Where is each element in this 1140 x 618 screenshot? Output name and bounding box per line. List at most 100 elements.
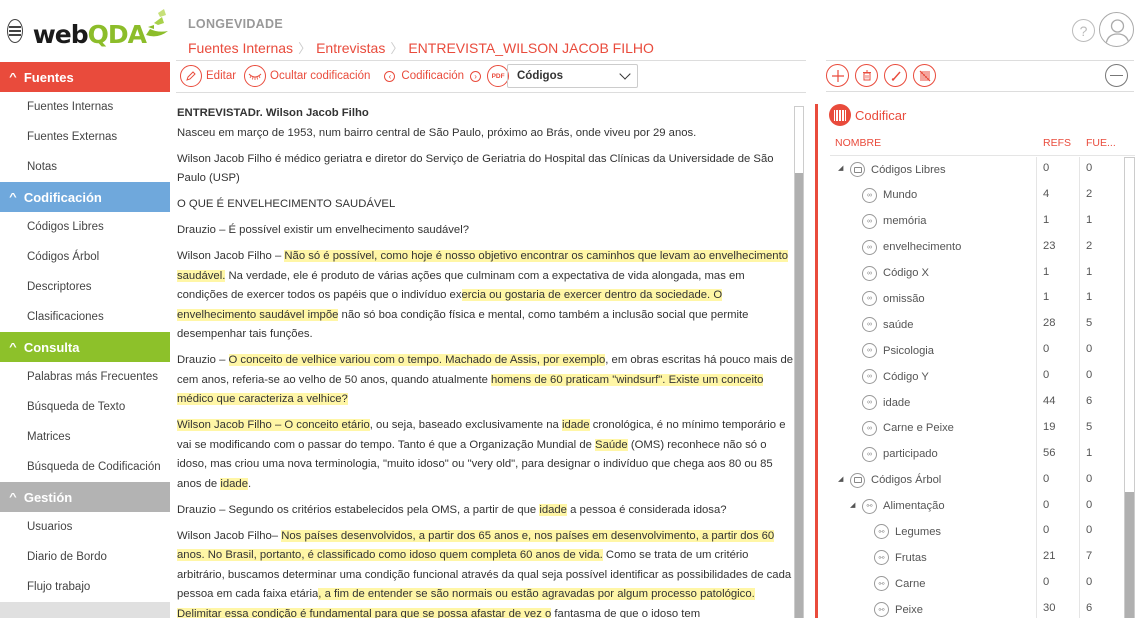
codes-toolbar <box>826 64 936 87</box>
sidebar-item[interactable]: Notas <box>0 152 170 182</box>
codes-tree: ◢ Códigos Libres 0 0 ∞ Mundo 4 2 ∞ memória 1 1 ∞ enve… <box>830 157 1122 618</box>
code-refs-count: 21 <box>1043 550 1056 563</box>
sidebar-item[interactable]: Palabras más Frecuentes <box>0 362 170 392</box>
edit-icon[interactable] <box>180 65 202 87</box>
code-label: idade <box>883 396 911 409</box>
code-refs-count: 28 <box>1043 317 1056 330</box>
coded-highlight[interactable]: idade <box>220 477 248 490</box>
hide-coding-button[interactable]: Ocultar codificación <box>270 70 370 82</box>
code-row[interactable]: ◢ ⚯ Alimentação 0 0 <box>830 494 1122 520</box>
code-label: memória <box>883 215 927 228</box>
code-row[interactable]: ⚯ Frutas 21 7 <box>830 545 1122 571</box>
code-label: Peixe <box>895 603 923 616</box>
code-name: ∞ Carne e Peixe <box>862 420 954 436</box>
next-coding-icon[interactable]: › <box>470 70 482 82</box>
sidebar-section-more[interactable] <box>0 602 170 618</box>
document-scrollbar[interactable] <box>794 106 804 618</box>
sidebar-section-2[interactable]: ^ Consulta <box>0 332 170 362</box>
sidebar-item[interactable]: Fuentes Externas <box>0 122 170 152</box>
edit-button[interactable]: Editar <box>206 70 236 82</box>
delete-code-icon[interactable] <box>855 64 878 87</box>
coded-highlight[interactable]: Saúde <box>595 438 628 451</box>
pdf-export-button[interactable]: PDF <box>487 65 510 87</box>
codificar-header[interactable]: Codificar <box>829 104 906 126</box>
hide-coding-eye-icon[interactable] <box>244 65 267 87</box>
document-content[interactable]: ENTREVISTADr. Wilson Jacob Filho Nasceu … <box>177 104 795 618</box>
code-row[interactable]: ∞ omissão 1 1 <box>830 286 1122 312</box>
code-row[interactable]: ∞ Carne e Peixe 19 5 <box>830 416 1122 442</box>
sidebar-section-label: Consulta <box>23 339 80 355</box>
code-label: omissão <box>883 292 925 305</box>
code-row[interactable]: ◢ Códigos Árbol 0 0 <box>830 468 1122 494</box>
scrollbar-thumb[interactable] <box>1125 492 1134 618</box>
sidebar-section-1[interactable]: ^ Codificación <box>0 182 170 212</box>
column-header-nombre[interactable]: NOMBRE <box>835 137 881 149</box>
code-name: ∞ participado <box>862 446 938 462</box>
code-row[interactable]: ∞ Código X 1 1 <box>830 261 1122 287</box>
coded-highlight[interactable]: O conceito de velhice variou com o tempo… <box>228 354 606 366</box>
expand-toggle-icon[interactable]: ◢ <box>850 501 855 509</box>
breadcrumb-item-fuentes-internas[interactable]: Fuentes Internas <box>188 40 293 56</box>
sidebar-item[interactable]: Códigos Libres <box>0 212 170 242</box>
chevron-up-icon: ^ <box>9 491 17 503</box>
edit-code-icon[interactable] <box>884 64 907 87</box>
sidebar-item[interactable]: Búsqueda de Texto <box>0 392 170 422</box>
webqda-logo[interactable]: web QDA <box>33 9 170 49</box>
uncode-barcode-icon[interactable] <box>913 64 936 87</box>
help-icon[interactable]: ? <box>1072 19 1095 42</box>
logo-row: web QDA <box>0 0 170 62</box>
breadcrumb-item-entrevistas[interactable]: Entrevistas <box>316 40 385 56</box>
code-row[interactable]: ◢ Códigos Libres 0 0 <box>830 157 1122 183</box>
sidebar-section-3[interactable]: ^ Gestión <box>0 482 170 512</box>
codes-table-header: NOMBRE REFS FUE... <box>830 136 1135 156</box>
free-code-icon: ∞ <box>862 343 877 359</box>
add-code-icon[interactable] <box>826 64 849 87</box>
sidebar-item[interactable]: Matrices <box>0 422 170 452</box>
code-row[interactable]: ∞ saúde 28 5 <box>830 312 1122 338</box>
free-code-icon: ∞ <box>862 265 877 281</box>
code-row[interactable]: ⚯ Legumes 0 0 <box>830 519 1122 545</box>
code-label: Legumes <box>895 525 942 538</box>
sidebar-section-0[interactable]: ^ Fuentes <box>0 62 170 92</box>
sidebar-item[interactable]: Descriptores <box>0 272 170 302</box>
code-row[interactable]: ∞ idade 44 6 <box>830 390 1122 416</box>
sidebar-item[interactable]: Códigos Árbol <box>0 242 170 272</box>
coded-highlight[interactable]: Wilson Jacob Filho – O conceito etário <box>177 419 370 431</box>
expand-toggle-icon[interactable]: ◢ <box>838 164 843 172</box>
collapse-panel-icon[interactable] <box>1105 64 1128 87</box>
sidebar-item[interactable]: Flujo trabajo <box>0 572 170 602</box>
prev-coding-icon[interactable]: ‹ <box>384 70 396 82</box>
code-row[interactable]: ∞ Código Y 0 0 <box>830 364 1122 390</box>
code-row[interactable]: ∞ Mundo 4 2 <box>830 183 1122 209</box>
document-paragraph: Drauzio – É possível existir um envelhec… <box>177 221 795 241</box>
codes-select[interactable]: Códigos <box>507 64 638 88</box>
user-avatar-icon[interactable] <box>1099 12 1134 47</box>
code-row[interactable]: ∞ memória 1 1 <box>830 209 1122 235</box>
sidebar-item[interactable]: Búsqueda de Codificación <box>0 452 170 482</box>
scrollbar-thumb[interactable] <box>795 173 803 618</box>
codes-tree-scrollbar[interactable] <box>1124 157 1135 618</box>
column-header-fuentes[interactable]: FUE... <box>1086 137 1116 149</box>
tree-code-link-icon: ⚯ <box>874 550 889 566</box>
text-segment: Drauzio – É possível existir um envelhec… <box>177 224 469 236</box>
sidebar-item[interactable]: Fuentes Internas <box>0 92 170 122</box>
coded-highlight[interactable]: idade <box>561 419 590 431</box>
code-row[interactable]: ⚯ Carne 0 0 <box>830 571 1122 597</box>
code-name: ∞ envelhecimento <box>862 239 961 255</box>
document-paragraph: Nasceu em março de 1953, num bairro cent… <box>177 124 795 144</box>
code-row[interactable]: ∞ Psicologia 0 0 <box>830 338 1122 364</box>
code-row[interactable]: ⚯ Peixe 30 6 <box>830 597 1122 618</box>
coded-highlight[interactable]: idade <box>539 503 567 516</box>
column-header-refs[interactable]: REFS <box>1043 137 1071 149</box>
code-row[interactable]: ∞ participado 56 1 <box>830 442 1122 468</box>
text-segment: Drauzio – Segundo os critérios estabelec… <box>177 503 540 516</box>
sidebar-item[interactable]: Diario de Bordo <box>0 542 170 572</box>
expand-toggle-icon[interactable]: ◢ <box>838 475 843 483</box>
text-segment: Wilson Jacob Filho– <box>177 529 282 542</box>
sidebar-item[interactable]: Clasificaciones <box>0 302 170 332</box>
code-row[interactable]: ∞ envelhecimento 23 2 <box>830 235 1122 261</box>
code-refs-count: 4 <box>1043 187 1050 200</box>
hamburger-menu-icon[interactable] <box>7 19 23 43</box>
code-label: Mundo <box>883 189 918 202</box>
sidebar-item[interactable]: Usuarios <box>0 512 170 542</box>
